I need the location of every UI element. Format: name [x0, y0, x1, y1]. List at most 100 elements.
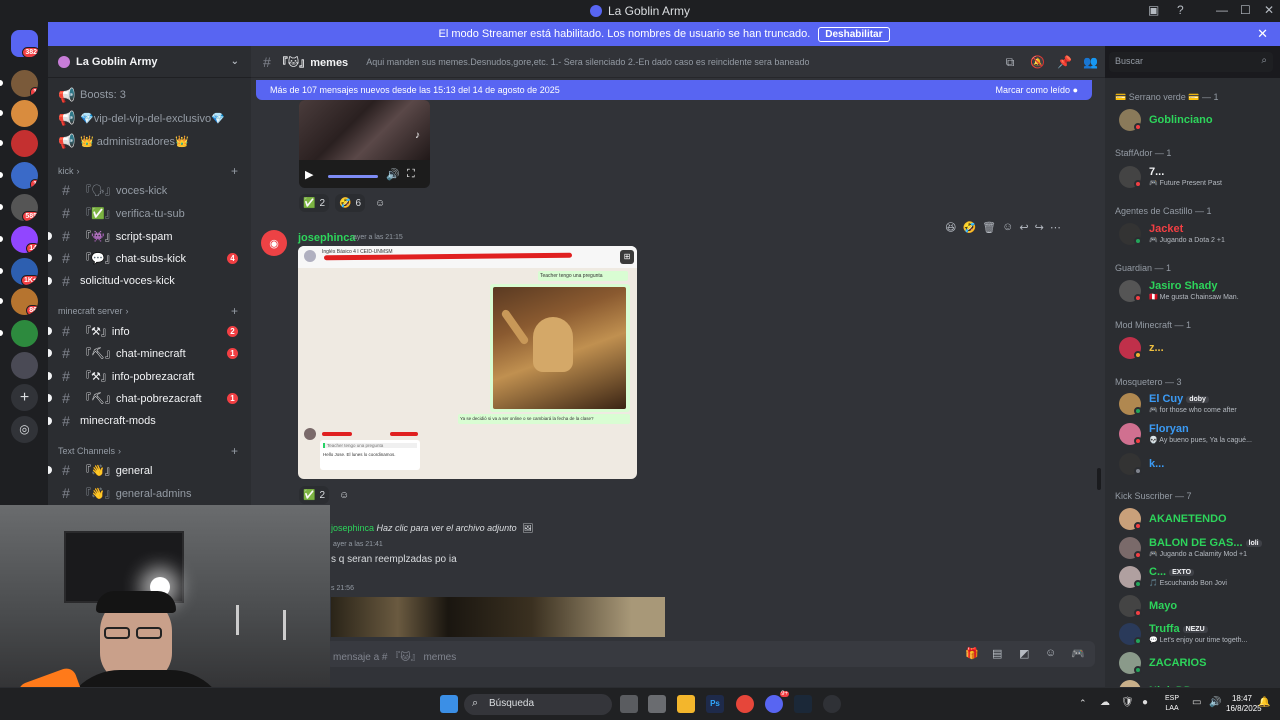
chevron-down-icon[interactable]: ⌄	[231, 56, 239, 67]
message-input[interactable]: mensaje a # 『🐱』 memes 🎁 ▤ ◩ ☺ 🎮	[325, 641, 1095, 667]
server-icon[interactable]: 1K+	[11, 258, 38, 285]
channel-item[interactable]: 📢 Boosts: 3	[58, 86, 248, 104]
video-progress[interactable]	[328, 175, 378, 178]
member-item[interactable]: Goblinciano	[1119, 107, 1279, 133]
game-controller-icon[interactable]: 🎮	[1071, 647, 1085, 660]
threads-icon[interactable]: ⧉	[1003, 55, 1017, 69]
member-item[interactable]: BALON DE GAS... loli 🎮 Jugando a Calamity …	[1119, 535, 1279, 561]
add-channel-icon[interactable]: +	[231, 304, 238, 318]
discover-icon[interactable]: ◎	[11, 416, 38, 443]
server-icon[interactable]: 14	[11, 226, 38, 253]
app-icon[interactable]	[648, 695, 666, 713]
inbox-icon[interactable]: ▣	[1148, 3, 1159, 17]
server-icon[interactable]	[11, 320, 38, 347]
image-attachment[interactable]	[331, 597, 665, 637]
category-header[interactable]: kick › +	[58, 164, 238, 178]
channel-topic[interactable]: Aqui manden sus memes.Desnudos,gore,etc.…	[366, 57, 809, 67]
file-explorer-icon[interactable]	[677, 695, 695, 713]
avatar[interactable]: ◉	[261, 230, 287, 256]
category-header[interactable]: Text Channels › +	[58, 444, 238, 458]
scrollbar-thumb[interactable]	[1097, 468, 1101, 490]
gift-icon[interactable]: 🎁	[965, 647, 979, 660]
reply-preview[interactable]: Haz clic para ver el archivo adjunto	[377, 523, 517, 533]
channel-item[interactable]: # 『👋』general	[48, 461, 248, 479]
image-attachment[interactable]: Inglés Básico 4 I CEID-UNMSM ⊞ Teacher t…	[298, 246, 637, 479]
channel-item[interactable]: # solicitud-voces-kick	[48, 272, 248, 290]
channel-item[interactable]: # 『👋』general-admins	[58, 484, 248, 502]
member-item[interactable]: AKANETENDO	[1119, 506, 1279, 532]
server-icon[interactable]: 1	[11, 162, 38, 189]
pin-icon[interactable]: 📌	[1057, 55, 1072, 69]
member-item[interactable]: Jacket 🎮 Jugando a Dota 2 +1	[1119, 221, 1279, 247]
member-item[interactable]: El Cuy doby 🎮 for those who come after	[1119, 391, 1279, 417]
server-icon[interactable]: 382	[11, 30, 38, 57]
member-item[interactable]: NinjaDDPEAK	[1119, 678, 1279, 687]
chrome-icon[interactable]	[736, 695, 754, 713]
maximize-button[interactable]: ☐	[1240, 3, 1251, 17]
add-reaction-icon[interactable]: ☺	[1002, 221, 1013, 241]
reply-author[interactable]: josephinca	[331, 523, 374, 533]
add-reaction-icon[interactable]: ☺	[335, 486, 353, 504]
mark-read-button[interactable]: Marcar como leído ●	[996, 85, 1078, 95]
channel-item[interactable]: # 『⚒』info 2	[48, 322, 248, 340]
reaction-chip[interactable]: 🤣 6	[335, 194, 366, 212]
close-icon[interactable]: ✕	[1257, 26, 1268, 42]
taskbar-search[interactable]: ⌕ Búsqueda	[464, 694, 612, 715]
photoshop-icon[interactable]: Ps	[706, 695, 724, 713]
close-window-button[interactable]: ✕	[1264, 3, 1274, 17]
reply-icon[interactable]: ↩	[1019, 221, 1028, 241]
new-messages-bar[interactable]: Más de 107 mensajes nuevos desde las 15:…	[256, 80, 1092, 100]
more-icon[interactable]: ⋯	[1050, 221, 1061, 241]
channel-item[interactable]: # 『⚒』info-pobrezacraft	[48, 367, 248, 385]
add-reaction-icon[interactable]: ☺	[371, 194, 389, 212]
help-icon[interactable]: ?	[1177, 3, 1184, 17]
reaction-smile-icon[interactable]: 😆	[945, 221, 956, 241]
play-icon[interactable]: ▶	[305, 168, 313, 181]
channel-item[interactable]: # 『🗣』voces-kick	[58, 181, 248, 199]
sticker-icon[interactable]: ◩	[1019, 647, 1029, 660]
channel-item[interactable]: # 『💬』chat-subs-kick 4	[48, 249, 248, 267]
cloud-icon[interactable]: ☁	[1100, 697, 1110, 708]
member-item[interactable]: C... EXTO 🎵 Escuchando Bon Jovi	[1119, 564, 1279, 590]
app-icon[interactable]	[823, 695, 841, 713]
member-list-icon[interactable]: 👥	[1083, 55, 1098, 69]
server-icon[interactable]	[11, 100, 38, 127]
category-header[interactable]: minecraft server › +	[58, 304, 238, 318]
server-icon[interactable]	[11, 130, 38, 157]
video-attachment[interactable]: ♪ ▶ 🔊 ⛶	[299, 100, 430, 188]
clock[interactable]: 18:47 16/8/2025	[1226, 694, 1262, 714]
member-item[interactable]: Floryan 💀 Ay bueno pues, Ya la cagué...	[1119, 421, 1279, 447]
windows-start-icon[interactable]	[440, 695, 458, 713]
add-channel-icon[interactable]: +	[231, 164, 238, 178]
channel-item[interactable]: 📢 👑 administradores👑	[58, 132, 248, 150]
forward-icon[interactable]: ↪	[1035, 221, 1044, 241]
server-icon[interactable]: 585	[11, 194, 38, 221]
add-channel-icon[interactable]: +	[231, 444, 238, 458]
member-item[interactable]: ZACARIOS	[1119, 650, 1279, 676]
network-icon[interactable]: 🛡	[1121, 697, 1134, 708]
member-item[interactable]: k...	[1119, 451, 1279, 477]
member-item[interactable]: z...	[1119, 335, 1279, 361]
task-view-icon[interactable]	[620, 695, 638, 713]
volume-icon[interactable]: 🔊	[386, 168, 400, 181]
channel-item[interactable]: 📢 💎vip-del-vip-del-exclusivo💎	[58, 109, 248, 127]
reaction-laugh-icon[interactable]: 🤣	[962, 221, 976, 241]
search-input[interactable]: Buscar ⌕	[1109, 52, 1273, 72]
reaction-chip[interactable]: ✅ 2	[299, 194, 330, 212]
tray-app-icon[interactable]: ●	[1142, 697, 1148, 708]
member-item[interactable]: Mayo	[1119, 593, 1279, 619]
channel-item[interactable]: # 『⛏』chat-pobrezacraft 1	[48, 389, 248, 407]
minimize-button[interactable]: —	[1216, 3, 1228, 17]
display-icon[interactable]: ▭	[1192, 697, 1201, 708]
notification-bell-icon[interactable]: 🔔	[1258, 697, 1270, 708]
member-item[interactable]: 7... 🎮 Future Present Past	[1119, 164, 1279, 190]
server-icon[interactable]: 86	[11, 288, 38, 315]
emoji-icon[interactable]: ☺	[1045, 647, 1056, 659]
language-indicator[interactable]: ESP LAA	[1165, 694, 1179, 714]
channel-item[interactable]: # 『✅』verifica-tu-sub	[58, 204, 248, 222]
channel-item[interactable]: # 『⛏』chat-minecraft 1	[48, 344, 248, 362]
channel-item[interactable]: # 『👾』script-spam	[48, 227, 248, 245]
discord-taskbar-icon[interactable]: 9+	[765, 691, 789, 713]
chevron-up-icon[interactable]: ⌃	[1079, 698, 1087, 709]
gif-icon[interactable]: ▤	[992, 647, 1002, 660]
